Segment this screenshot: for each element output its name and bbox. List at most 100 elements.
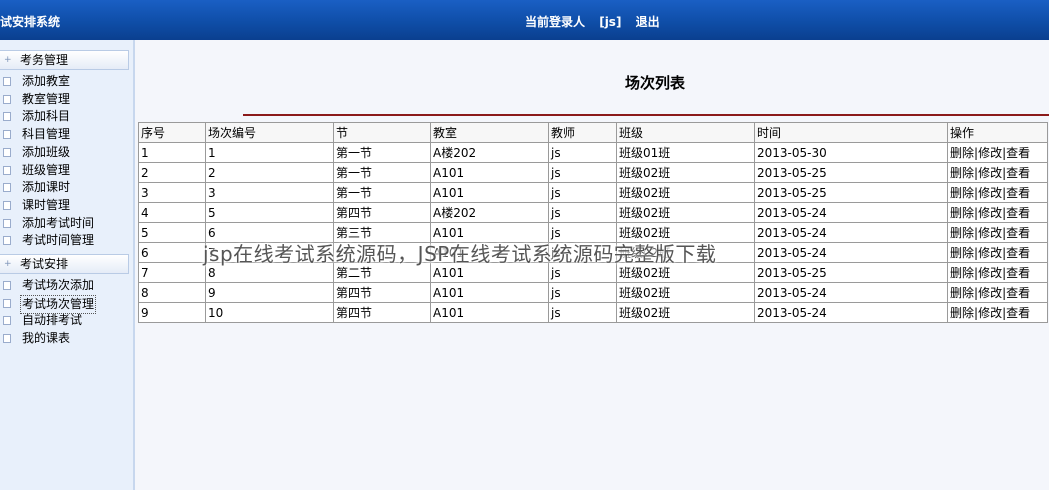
table-cell: 2013-05-25 xyxy=(754,162,948,183)
sidebar-section-header[interactable]: + 考试安排 xyxy=(0,254,129,274)
view-link[interactable]: 查看 xyxy=(1006,266,1030,280)
table-cell: js xyxy=(548,162,617,183)
table-cell: 班级02班 xyxy=(616,202,755,223)
view-link[interactable]: 查看 xyxy=(1006,146,1030,160)
row-actions: 删除|修改|查看 xyxy=(947,202,1048,223)
view-link[interactable]: 查看 xyxy=(1006,186,1030,200)
table-row: 2 2 第一节 A101 js 班级02班 2013-05-25 删除|修改|查看 xyxy=(138,162,1048,183)
table-cell: 3 xyxy=(138,182,206,203)
edit-link[interactable]: 修改 xyxy=(978,146,1002,160)
table-row: 1 1 第一节 A楼202 js 班级01班 2013-05-30 删除|修改|查看 xyxy=(138,142,1048,163)
view-link[interactable]: 查看 xyxy=(1006,306,1030,320)
document-icon xyxy=(3,316,11,326)
table-cell: 1 xyxy=(205,142,334,163)
delete-link[interactable]: 删除 xyxy=(950,146,974,160)
delete-link[interactable]: 删除 xyxy=(950,286,974,300)
table-cell: 2013-05-24 xyxy=(754,302,948,323)
column-header: 序号 xyxy=(138,122,206,143)
column-header: 班级 xyxy=(616,122,755,143)
table-cell: js xyxy=(548,182,617,203)
table-cell: 班级01班 xyxy=(616,142,755,163)
table-cell: 5 xyxy=(138,222,206,243)
delete-link[interactable]: 删除 xyxy=(950,166,974,180)
view-link[interactable]: 查看 xyxy=(1006,206,1030,220)
table-cell: 班级02班 xyxy=(616,302,755,323)
edit-link[interactable]: 修改 xyxy=(978,226,1002,240)
table-cell: js xyxy=(548,282,617,303)
table-cell: 8 xyxy=(138,282,206,303)
table-cell: A101 xyxy=(430,182,549,203)
delete-link[interactable]: 删除 xyxy=(950,206,974,220)
row-actions: 删除|修改|查看 xyxy=(947,262,1048,283)
sidebar-item-label: 教室管理 xyxy=(22,91,71,106)
table-cell: 班级02班 xyxy=(616,282,755,303)
sidebar-item-label: 课时管理 xyxy=(22,197,71,212)
sidebar-item-label: 添加考试时间 xyxy=(22,215,95,230)
sidebar-item-label: 我的课表 xyxy=(22,331,71,346)
delete-link[interactable]: 删除 xyxy=(950,186,974,200)
column-header: 场次编号 xyxy=(205,122,334,143)
table-cell: 班级02班 xyxy=(616,162,755,183)
logout-link[interactable]: 退出 xyxy=(636,15,660,29)
table-cell: 第四节 xyxy=(333,282,431,303)
delete-link[interactable]: 删除 xyxy=(950,306,974,320)
table-cell: 7 xyxy=(138,262,206,283)
edit-link[interactable]: 修改 xyxy=(978,306,1002,320)
watermark: jsp在线考试系统源码，JSP在线考试系统源码完整版下载 xyxy=(203,242,717,266)
table-cell: 10 xyxy=(205,302,334,323)
sidebar-item-label: 考试场次管理 xyxy=(20,294,97,314)
delete-link[interactable]: 删除 xyxy=(950,246,974,260)
table-cell: 2 xyxy=(205,162,334,183)
table-cell: 第一节 xyxy=(333,142,431,163)
view-link[interactable]: 查看 xyxy=(1006,246,1030,260)
session-table: 序号 场次编号节教室 教师 班级 时间 操作 1 1 第一节 A楼202 js 班级01班 2013-… xyxy=(138,122,1048,323)
row-actions: 删除|修改|查看 xyxy=(947,182,1048,203)
row-actions: 删除|修改|查看 xyxy=(947,162,1048,183)
document-icon xyxy=(3,183,11,193)
delete-link[interactable]: 删除 xyxy=(950,226,974,240)
row-actions: 删除|修改|查看 xyxy=(947,142,1048,163)
column-header: 教师 xyxy=(548,122,617,143)
sidebar-section-title: 考务管理 xyxy=(20,53,69,67)
view-link[interactable]: 查看 xyxy=(1006,166,1030,180)
view-link[interactable]: 查看 xyxy=(1006,226,1030,240)
sidebar-item-label: 自动排考试 xyxy=(22,313,83,328)
delete-link[interactable]: 删除 xyxy=(950,266,974,280)
document-icon xyxy=(3,165,11,175)
table-cell: 2013-05-24 xyxy=(754,282,948,303)
row-actions: 删除|修改|查看 xyxy=(947,282,1048,303)
edit-link[interactable]: 修改 xyxy=(978,206,1002,220)
view-link[interactable]: 查看 xyxy=(1006,286,1030,300)
table-cell: 2013-05-24 xyxy=(754,242,948,263)
sidebar-section-title: 考试安排 xyxy=(20,257,69,271)
row-actions: 删除|修改|查看 xyxy=(947,222,1048,243)
sidebar-section-header[interactable]: + 考务管理 xyxy=(0,50,129,70)
edit-link[interactable]: 修改 xyxy=(978,186,1002,200)
table-cell: A楼202 xyxy=(430,142,549,163)
sidebar-item-label: 考试时间管理 xyxy=(22,233,95,248)
column-header: 时间 xyxy=(754,122,948,143)
sidebar-item-label: 添加教室 xyxy=(22,74,71,88)
title-divider xyxy=(243,114,1049,116)
document-icon xyxy=(3,334,11,344)
document-icon xyxy=(3,94,11,104)
document-icon xyxy=(3,130,11,140)
sidebar-item-label: 添加班级 xyxy=(22,144,71,159)
table-cell: 1 xyxy=(138,142,206,163)
table-cell: A101 xyxy=(430,162,549,183)
edit-link[interactable]: 修改 xyxy=(978,266,1002,280)
document-icon xyxy=(3,298,11,308)
sidebar-item-label: 考试场次添加 xyxy=(22,278,95,292)
edit-link[interactable]: 修改 xyxy=(978,246,1002,260)
edit-link[interactable]: 修改 xyxy=(978,166,1002,180)
document-icon xyxy=(3,218,11,228)
table-row: 9 10 第四节 A101 js 班级02班 2013-05-24 删除|修改|查看 xyxy=(138,302,1048,323)
document-icon xyxy=(3,200,11,210)
edit-link[interactable]: 修改 xyxy=(978,286,1002,300)
column-header: 教室 xyxy=(430,122,549,143)
table-row: 8 9 第四节 A101 js 班级02班 2013-05-24 删除|修改|查看 xyxy=(138,282,1048,303)
expand-icon: + xyxy=(4,259,12,269)
table-row: 4 5 第四节 A楼202 js 班级02班 2013-05-24 删除|修改|查看 xyxy=(138,202,1048,223)
login-info: 当前登录人 [js] 退出 xyxy=(525,13,670,30)
table-cell: A101 xyxy=(430,302,549,323)
